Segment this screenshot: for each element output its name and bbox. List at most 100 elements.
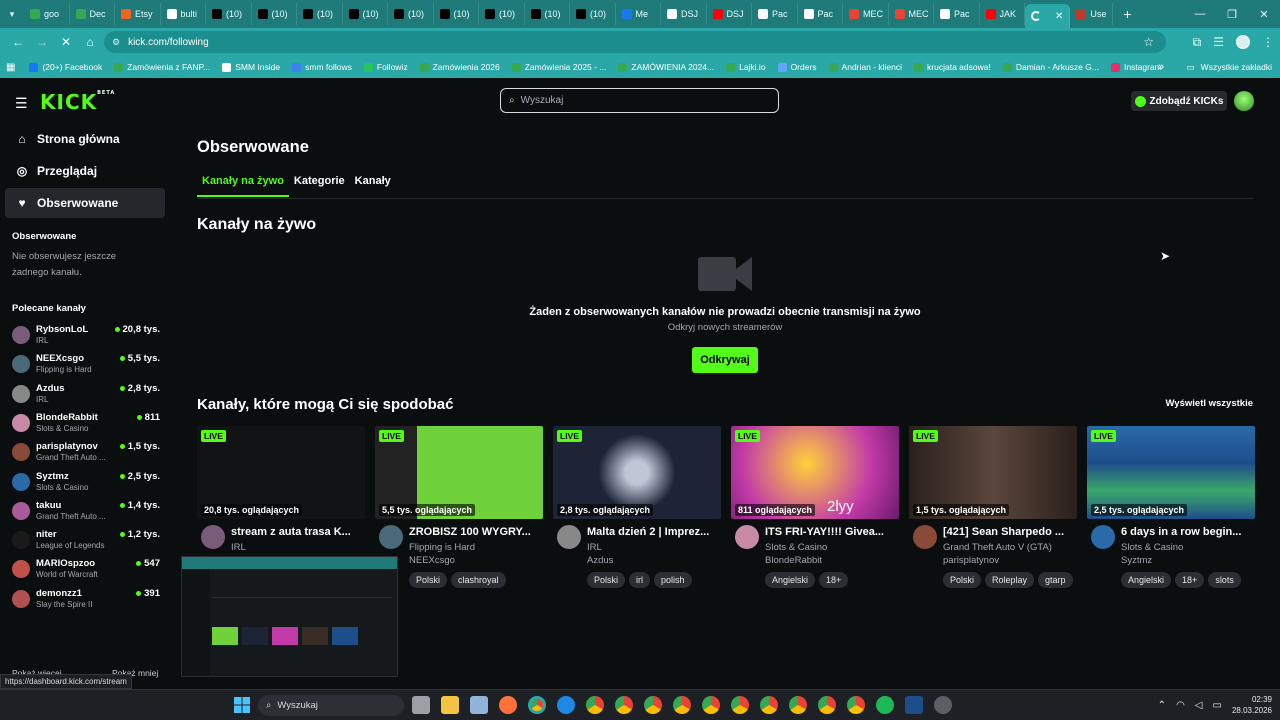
card-channel-avatar[interactable]: [735, 525, 759, 549]
stream-thumbnail[interactable]: LIVE 5,5 tys. oglądających: [375, 426, 543, 519]
card-category[interactable]: Slots & Casino: [1121, 542, 1183, 553]
bookmark-item[interactable]: (20+) Facebook: [29, 62, 102, 72]
card-channel-avatar[interactable]: [379, 525, 403, 549]
browser-tab[interactable]: Etsy: [115, 3, 161, 25]
tag-chip[interactable]: irl: [629, 572, 651, 588]
browser-tab[interactable]: (10): [206, 3, 252, 25]
card-category[interactable]: Slots & Casino: [765, 542, 827, 553]
card-channel-name[interactable]: BlondeRabbit: [765, 555, 822, 566]
see-all-link[interactable]: Wyświetl wszystkie: [1150, 398, 1253, 409]
apps-icon[interactable]: ▦: [6, 62, 15, 73]
taskbar-search[interactable]: ⌕ Wyszukaj: [258, 695, 404, 716]
bookmark-item[interactable]: smm follows: [292, 62, 352, 72]
recommended-channel[interactable]: MARIOspzoo World of Warcraft 547: [12, 555, 160, 583]
browser-tab[interactable]: (10): [343, 3, 388, 25]
browser-tab[interactable]: (10): [434, 3, 479, 25]
back-icon[interactable]: ←: [6, 35, 30, 49]
card-category[interactable]: Flipping is Hard: [409, 542, 475, 553]
sidebar-item-browse[interactable]: ◎ Przeglądaj: [5, 156, 165, 186]
browser-tab[interactable]: goo: [24, 3, 70, 25]
windows-start-icon[interactable]: [234, 697, 250, 713]
search-input[interactable]: ⌕ Wyszukaj: [500, 88, 779, 113]
menu-icon[interactable]: ⋮: [1262, 35, 1274, 49]
tab-categories[interactable]: Kategorie: [289, 173, 350, 197]
tag-chip[interactable]: Polski: [587, 572, 626, 588]
chrome-icon[interactable]: [818, 696, 836, 714]
recommended-channel[interactable]: takuu Grand Theft Auto ... 1,4 tys.: [12, 497, 160, 525]
browser-tab[interactable]: (10): [388, 3, 434, 25]
address-bar[interactable]: ⚙ kick.com/following ☆: [104, 31, 1166, 53]
chrome-icon[interactable]: [731, 696, 749, 714]
browser-tab[interactable]: JAK: [980, 3, 1025, 25]
tab-live[interactable]: Kanały na żywo: [197, 173, 289, 197]
sidebar-item-following[interactable]: ♥ Obserwowane: [5, 188, 165, 218]
close-tab-icon[interactable]: ✕: [1055, 11, 1063, 22]
card-title[interactable]: stream z auta trasa K...: [231, 526, 365, 538]
tab-active-kick[interactable]: ✕: [1025, 4, 1071, 28]
volume-icon[interactable]: ◁: [1195, 700, 1203, 711]
browser-tab[interactable]: bulti: [161, 3, 206, 25]
get-kicks-button[interactable]: Zdobądź KICKs: [1131, 91, 1227, 111]
bookmark-item[interactable]: Andrian - klienci: [828, 62, 902, 72]
tab-next[interactable]: Use: [1070, 3, 1114, 25]
chrome-icon[interactable]: [644, 696, 662, 714]
browser-tab[interactable]: Pac: [798, 3, 843, 25]
chrome-icon[interactable]: [586, 696, 604, 714]
browser-tab[interactable]: MEC: [889, 3, 934, 25]
edge-icon[interactable]: [557, 696, 575, 714]
recommended-channel[interactable]: parisplatynov Grand Theft Auto ... 1,5 tys…: [12, 438, 160, 466]
bookmark-item[interactable]: krucjata adsowa!: [914, 62, 991, 72]
tag-chip[interactable]: gtarp: [1038, 572, 1073, 588]
sidebar-item-home[interactable]: ⌂ Strona główna: [5, 124, 165, 154]
browser-tab[interactable]: Pac: [934, 3, 980, 25]
tag-chip[interactable]: 18+: [819, 572, 849, 588]
tag-chip[interactable]: slots: [1208, 572, 1241, 588]
restore-icon[interactable]: ❐: [1216, 8, 1248, 21]
stream-thumbnail[interactable]: LIVE 2,5 tys. oglądających: [1087, 426, 1255, 519]
video-preview-popup[interactable]: [181, 556, 398, 677]
chrome-icon[interactable]: [615, 696, 633, 714]
card-category[interactable]: Grand Theft Auto V (GTA): [943, 542, 1052, 553]
card-channel-name[interactable]: NEEXcsgo: [409, 555, 455, 566]
card-title[interactable]: ITS FRI-YAY!!!! Givea...: [765, 526, 899, 538]
bookmark-item[interactable]: Damian - Arkusze G...: [1002, 62, 1099, 72]
browser-tab[interactable]: (10): [252, 3, 297, 25]
spotify-icon[interactable]: [876, 696, 894, 714]
profile-avatar[interactable]: [1236, 35, 1250, 49]
bookmark-item[interactable]: Lajki.io: [726, 62, 766, 72]
extensions-icon[interactable]: ⧉: [1193, 35, 1202, 50]
app-icon[interactable]: [905, 696, 923, 714]
battery-icon[interactable]: ▭: [1213, 700, 1222, 711]
stop-icon[interactable]: ✕: [54, 35, 78, 49]
recommended-channel[interactable]: demonzz1 Slay the Spire II 391: [12, 585, 160, 613]
new-tab-button[interactable]: +: [1113, 6, 1141, 22]
card-channel-avatar[interactable]: [201, 525, 225, 549]
bookmark-item[interactable]: Zamówienia 2025 - ...: [511, 62, 606, 72]
card-category[interactable]: IRL: [231, 542, 246, 553]
close-window-icon[interactable]: ✕: [1248, 8, 1280, 21]
forward-icon[interactable]: →: [30, 35, 54, 49]
browser-tab[interactable]: Dec: [70, 3, 115, 25]
browser-tab[interactable]: (10): [570, 3, 616, 25]
browser-tab[interactable]: (10): [525, 3, 570, 25]
card-title[interactable]: Malta dzień 2 | Imprez...: [587, 526, 721, 538]
all-bookmarks[interactable]: ▭ Wszystkie zakładki: [1187, 56, 1272, 78]
bookmarks-more-icon[interactable]: »: [1158, 61, 1164, 73]
minimize-icon[interactable]: —: [1184, 8, 1216, 20]
bookmark-item[interactable]: SMM Inside: [222, 62, 280, 72]
card-channel-name[interactable]: Azdus: [587, 555, 613, 566]
channel-card[interactable]: LIVE 1,5 tys. oglądających [421] Sean Shar…: [909, 426, 1077, 596]
tag-chip[interactable]: Angielski: [765, 572, 816, 588]
card-title[interactable]: [421] Sean Sharpedo ...: [943, 526, 1077, 538]
settings-icon[interactable]: [934, 696, 952, 714]
recommended-channel[interactable]: NEEXcsgo Flipping is Hard 5,5 tys.: [12, 350, 160, 378]
recommended-channel[interactable]: BlondeRabbit Slots & Casino 811: [12, 409, 160, 437]
tag-chip[interactable]: Polski: [409, 572, 448, 588]
tag-chip[interactable]: clashroyal: [451, 572, 506, 588]
bookmark-item[interactable]: Zamówienia z FANP...: [114, 62, 210, 72]
channel-card[interactable]: LIVE 811 oglądających 2lyy ITS FRI-YAY!!!! …: [731, 426, 899, 596]
chrome-icon[interactable]: [702, 696, 720, 714]
chrome-icon[interactable]: [847, 696, 865, 714]
chrome-icon[interactable]: [760, 696, 778, 714]
tag-chip[interactable]: polish: [654, 572, 692, 588]
